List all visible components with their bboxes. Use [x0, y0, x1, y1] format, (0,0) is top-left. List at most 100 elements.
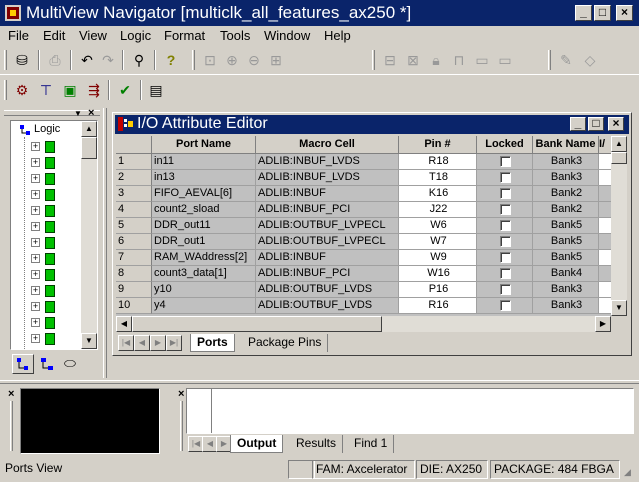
- dock-close-icon[interactable]: ×: [88, 107, 94, 119]
- cell-port-name[interactable]: DDR_out11: [152, 218, 256, 234]
- zoom-out-icon[interactable]: ⊖: [244, 50, 264, 70]
- tab-next-icon[interactable]: ▶: [150, 335, 166, 351]
- scroll-thumb[interactable]: [81, 137, 97, 159]
- menu-logic[interactable]: Logic: [120, 28, 151, 43]
- row-number[interactable]: 9: [116, 282, 152, 298]
- locked-checkbox[interactable]: [500, 268, 511, 279]
- row-number[interactable]: 7: [116, 250, 152, 266]
- redo-icon[interactable]: ↷: [98, 50, 118, 70]
- col-header-io[interactable]: I/: [599, 136, 611, 154]
- hscroll-thumb[interactable]: [132, 316, 382, 332]
- tab-output[interactable]: Output: [230, 435, 284, 453]
- menu-tools[interactable]: Tools: [220, 28, 250, 43]
- minimize-button[interactable]: _: [575, 5, 592, 21]
- scroll-thumb[interactable]: [611, 152, 627, 164]
- expand-icon[interactable]: +: [31, 206, 40, 215]
- cell-bank-name[interactable]: Bank5: [533, 234, 599, 250]
- pinedit-icon[interactable]: ▣: [60, 80, 80, 100]
- expand-icon[interactable]: +: [31, 270, 40, 279]
- macro-chip-icon[interactable]: [45, 173, 55, 185]
- macro-chip-icon[interactable]: [45, 333, 55, 345]
- locked-checkbox[interactable]: [500, 156, 511, 167]
- grid-vscrollbar[interactable]: ▲ ▼: [611, 136, 627, 316]
- cell-locked[interactable]: [477, 298, 533, 314]
- unlock-icon[interactable]: ⊓: [449, 50, 469, 70]
- title-bar[interactable]: MultiView Navigator [multiclk_all_featur…: [0, 0, 639, 26]
- cell-io[interactable]: [599, 266, 611, 282]
- commit-icon[interactable]: ▭: [472, 50, 492, 70]
- row-number[interactable]: 3: [116, 186, 152, 202]
- cell-pin[interactable]: P16: [399, 282, 477, 298]
- cell-io[interactable]: [599, 202, 611, 218]
- macro-chip-icon[interactable]: [45, 317, 55, 329]
- expand-icon[interactable]: +: [31, 174, 40, 183]
- col-header-macro[interactable]: Macro Cell: [256, 136, 399, 154]
- row-number[interactable]: 2: [116, 170, 152, 186]
- scroll-down-icon[interactable]: ▼: [611, 300, 627, 316]
- cell-port-name[interactable]: FIFO_AEVAL[6]: [152, 186, 256, 202]
- expand-icon[interactable]: +: [31, 318, 40, 327]
- toolbar-grip[interactable]: [192, 50, 195, 70]
- checker-icon[interactable]: ✔: [115, 80, 135, 100]
- expand-icon[interactable]: +: [31, 158, 40, 167]
- macro-chip-icon[interactable]: [45, 221, 55, 233]
- editor-close-button[interactable]: ×: [608, 117, 624, 131]
- row-number[interactable]: 1: [116, 154, 152, 170]
- tab-results[interactable]: Results: [290, 435, 344, 453]
- col-header-bank[interactable]: Bank Name: [533, 136, 599, 154]
- expand-icon[interactable]: +: [31, 238, 40, 247]
- resize-grip-icon[interactable]: ◢: [624, 466, 636, 478]
- macro-chip-icon[interactable]: [45, 285, 55, 297]
- cell-locked[interactable]: [477, 218, 533, 234]
- menu-view[interactable]: View: [79, 28, 107, 43]
- tab-ports[interactable]: Ports: [190, 334, 235, 352]
- io-editor-titlebar[interactable]: I/O Attribute Editor _ □ ×: [115, 115, 629, 134]
- cell-macro-cell[interactable]: ADLIB:INBUF: [256, 250, 399, 266]
- assign-pin-icon[interactable]: ⊟: [380, 50, 400, 70]
- locked-checkbox[interactable]: [500, 204, 511, 215]
- find-icon[interactable]: ⚲: [129, 50, 149, 70]
- zoom-in-icon[interactable]: ⊕: [222, 50, 242, 70]
- cell-locked[interactable]: [477, 266, 533, 282]
- menu-window[interactable]: Window: [264, 28, 310, 43]
- cell-macro-cell[interactable]: ADLIB:OUTBUF_LVDS: [256, 298, 399, 314]
- toolbar-grip[interactable]: [4, 50, 7, 70]
- cell-macro-cell[interactable]: ADLIB:INBUF_LVDS: [256, 154, 399, 170]
- cell-io[interactable]: [599, 282, 611, 298]
- cell-locked[interactable]: [477, 282, 533, 298]
- cell-bank-name[interactable]: Bank5: [533, 250, 599, 266]
- chip-planner-icon[interactable]: ⚙: [12, 80, 32, 100]
- world-view[interactable]: [20, 388, 160, 454]
- locked-checkbox[interactable]: [500, 188, 511, 199]
- logic-tree[interactable]: Logic + + + + + + + + + + + + + ▲ ▼: [10, 120, 98, 350]
- cell-io[interactable]: [599, 154, 611, 170]
- menu-file[interactable]: File: [8, 28, 29, 43]
- macro-chip-icon[interactable]: [45, 237, 55, 249]
- scroll-left-icon[interactable]: ◀: [116, 316, 132, 332]
- cell-pin[interactable]: R18: [399, 154, 477, 170]
- dock-close-icon[interactable]: ×: [178, 388, 184, 400]
- cell-locked[interactable]: [477, 234, 533, 250]
- cell-io[interactable]: [599, 218, 611, 234]
- macro-chip-icon[interactable]: [45, 141, 55, 153]
- tree-root-label[interactable]: Logic: [34, 123, 60, 135]
- dock-grip[interactable]: [10, 401, 13, 451]
- row-number[interactable]: 5: [116, 218, 152, 234]
- save-db-icon[interactable]: ⛁: [12, 50, 32, 70]
- close-button[interactable]: ×: [616, 5, 633, 21]
- cell-pin[interactable]: T18: [399, 170, 477, 186]
- dock-grip[interactable]: [4, 110, 100, 116]
- row-number[interactable]: 6: [116, 234, 152, 250]
- locked-checkbox[interactable]: [500, 300, 511, 311]
- cell-pin[interactable]: R16: [399, 298, 477, 314]
- tab-first-icon[interactable]: |◀: [118, 335, 134, 351]
- scroll-right-icon[interactable]: ▶: [595, 316, 611, 332]
- cell-macro-cell[interactable]: ADLIB:INBUF: [256, 186, 399, 202]
- macro-chip-icon[interactable]: [45, 157, 55, 169]
- reset-icon[interactable]: ▭: [495, 50, 515, 70]
- cell-pin[interactable]: W7: [399, 234, 477, 250]
- toolbar-grip[interactable]: [4, 80, 7, 100]
- cell-bank-name[interactable]: Bank3: [533, 170, 599, 186]
- expand-icon[interactable]: +: [31, 142, 40, 151]
- cell-macro-cell[interactable]: ADLIB:INBUF_LVDS: [256, 170, 399, 186]
